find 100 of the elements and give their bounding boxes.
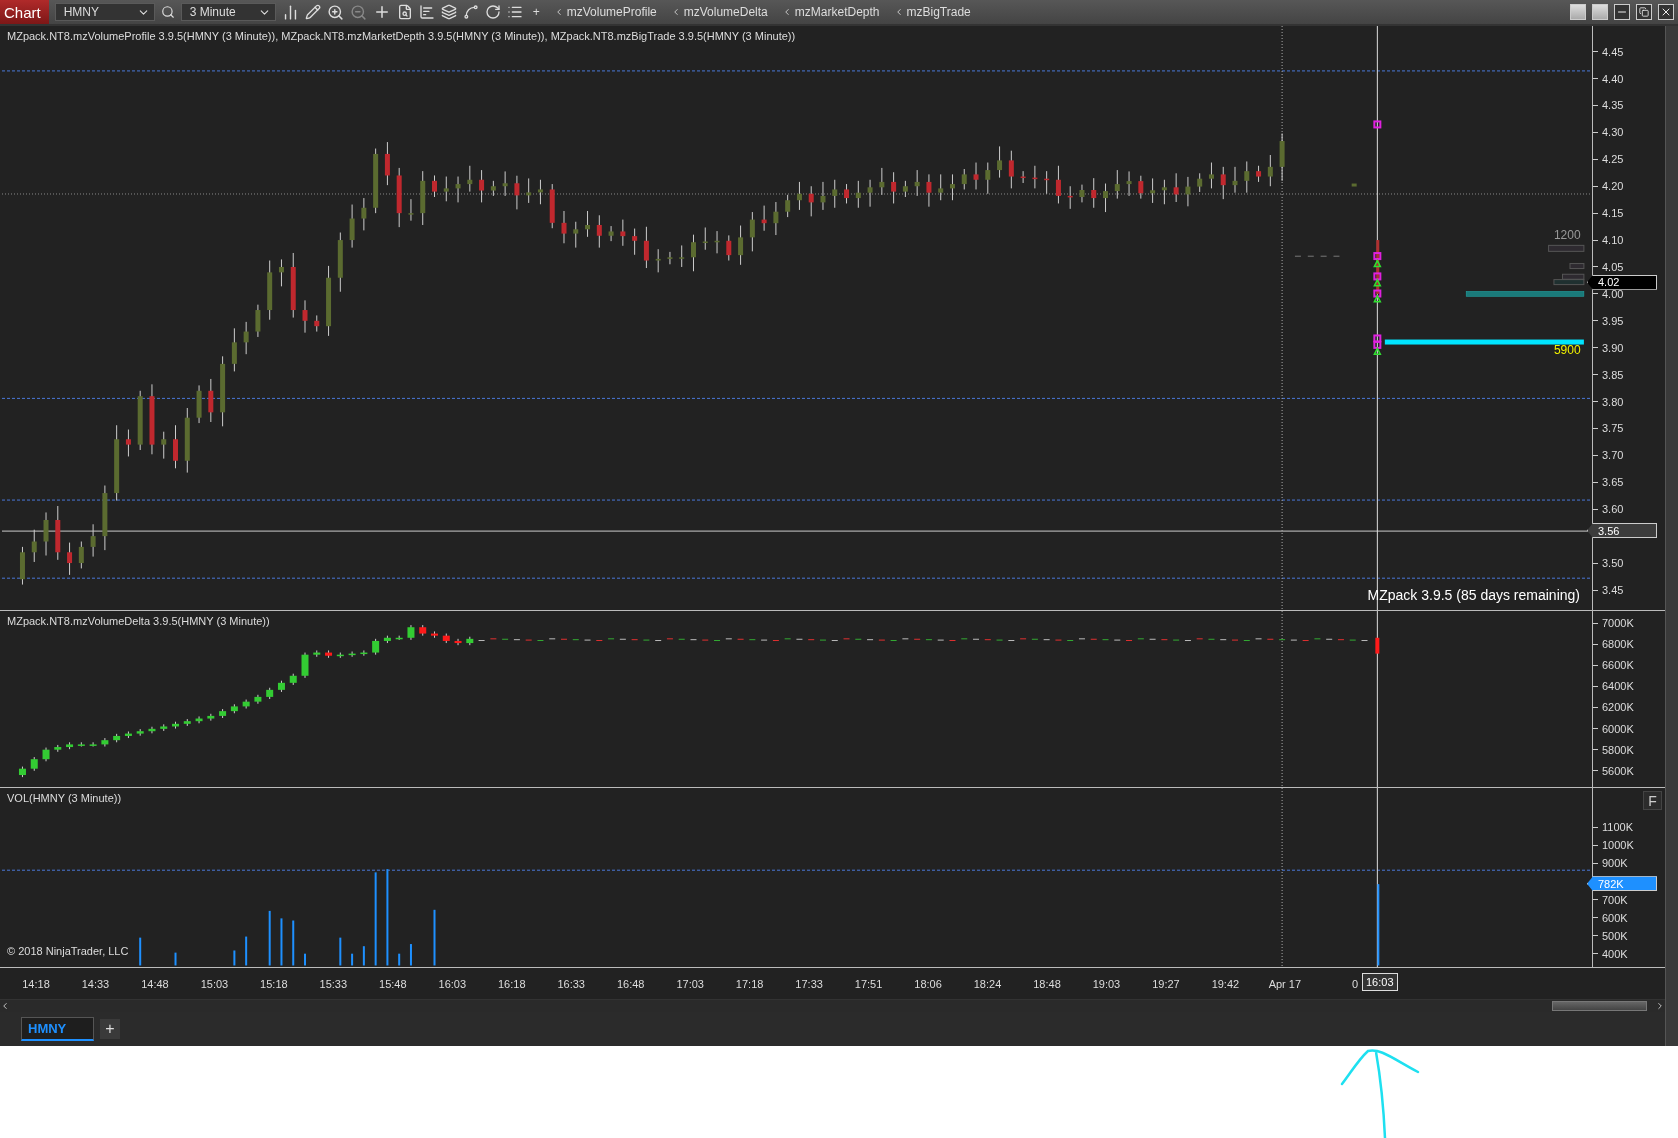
delta-candle xyxy=(148,726,156,734)
add-indicator-button[interactable]: + xyxy=(528,5,544,19)
delta-candle xyxy=(207,713,215,722)
time-axis-label: 14:48 xyxy=(141,978,169,990)
axis-label: 7000K xyxy=(1593,616,1634,630)
axis-label: 700K xyxy=(1593,892,1628,907)
axis-label: 5600K xyxy=(1593,763,1634,778)
delta-candle xyxy=(54,744,62,753)
delta-candle xyxy=(113,733,121,743)
volume-bar xyxy=(245,936,248,966)
axis-label: 4.20 xyxy=(1593,179,1624,194)
refresh-icon[interactable] xyxy=(484,4,501,20)
pencil-icon[interactable] xyxy=(304,4,321,20)
chart-tab[interactable]: HMNY xyxy=(21,1017,94,1041)
axis-label: 6400K xyxy=(1593,679,1634,694)
volume-bar xyxy=(433,909,436,966)
time-axis-label: 16:48 xyxy=(616,978,645,990)
restore-icon xyxy=(1639,7,1649,17)
volume-bar xyxy=(339,937,342,966)
minimize-button[interactable] xyxy=(1614,4,1630,20)
axis-label: 600K xyxy=(1593,910,1628,925)
layers-icon[interactable] xyxy=(440,4,457,20)
delta-candle xyxy=(230,703,238,714)
triangle-marker xyxy=(1373,258,1382,268)
interval-dropdown[interactable]: 3 Minute xyxy=(180,3,276,21)
axis-label: 900K xyxy=(1593,856,1628,871)
axis-label: 500K xyxy=(1593,928,1628,943)
panel-title: MZpack.NT8.mzVolumeProfile 3.9.5(HMNY (3 Minute)), MZpack.NT8.mzMarketDepth 3.9.5(HMNY (3 Minute)), MZpack.NT8.mzBigTrade 3.9.5(HMNY (3 Minute)) xyxy=(7,30,796,42)
scroll-right-icon[interactable] xyxy=(1655,1001,1665,1011)
delta-candle xyxy=(136,728,144,737)
scrollbar-thumb[interactable] xyxy=(1552,1001,1647,1011)
indicator-button[interactable]: mzVolumeProfile xyxy=(549,5,661,19)
delta-candle xyxy=(383,635,391,644)
volume-bar xyxy=(409,944,412,966)
line-chart-icon[interactable] xyxy=(462,4,479,20)
add-tab-button[interactable]: + xyxy=(100,1019,120,1039)
square-marker xyxy=(1373,252,1382,261)
chart-menu-button[interactable]: Chart xyxy=(0,0,49,24)
triangle-marker xyxy=(1373,346,1382,356)
delta-candle xyxy=(183,718,191,727)
volume-bar xyxy=(292,920,295,966)
time-axis-label: 17:03 xyxy=(676,978,704,990)
restore-button[interactable] xyxy=(1636,4,1652,20)
delta-candle xyxy=(301,652,309,679)
axis-label: 6800K xyxy=(1593,637,1634,652)
triangle-marker xyxy=(1373,294,1382,303)
axis-label: 4.25 xyxy=(1593,152,1624,167)
delta-candle xyxy=(407,624,415,641)
cursor-time-label: 16:03 xyxy=(1362,973,1398,991)
axis-label: 3.70 xyxy=(1593,448,1624,463)
price-dashes xyxy=(1294,255,1340,257)
list-icon[interactable] xyxy=(506,4,523,20)
bars-icon[interactable] xyxy=(418,4,435,20)
axis-label: 6200K xyxy=(1593,700,1634,715)
depth-bar xyxy=(1548,244,1585,252)
indicator-button[interactable]: mzMarketDepth xyxy=(777,5,884,19)
instrument-dropdown[interactable]: HMNY xyxy=(54,3,155,21)
delta-candle xyxy=(289,673,297,686)
axis-label: 4.35 xyxy=(1593,98,1624,113)
delta-candle xyxy=(1375,637,1380,654)
delta-candle xyxy=(219,708,227,719)
delta-candle xyxy=(313,649,321,658)
current-volume-marker: 782K xyxy=(1587,876,1657,892)
zoom-out-icon[interactable] xyxy=(349,3,367,21)
indicator-button[interactable]: mzBigTrade xyxy=(889,5,975,19)
axis-label: 4.10 xyxy=(1593,233,1624,248)
copyright-text: © 2018 NinjaTrader, LLC xyxy=(7,945,129,957)
axis-label: 3.65 xyxy=(1593,475,1624,490)
delta-candle xyxy=(242,699,250,709)
time-axis-label: 15:33 xyxy=(319,978,348,990)
time-axis-label: 17:33 xyxy=(795,978,823,990)
delta-candle xyxy=(172,721,179,730)
delta-candle xyxy=(254,694,262,705)
time-axis-label: 18:06 xyxy=(914,978,942,990)
volume-bar xyxy=(139,937,142,966)
properties-icon[interactable] xyxy=(396,4,413,20)
depth-bar xyxy=(1569,263,1585,270)
delta-candle xyxy=(325,649,333,659)
time-axis-label: 15:18 xyxy=(260,978,288,990)
time-axis-label: 16:03 xyxy=(438,978,467,990)
triangle-marker xyxy=(1373,278,1382,287)
axis-label: 3.50 xyxy=(1593,556,1624,571)
panel-title: VOL(HMNY (3 Minute)) xyxy=(7,792,122,804)
axis-label: 3.60 xyxy=(1593,502,1624,517)
delta-candle xyxy=(277,680,285,693)
time-axis-label: 15:48 xyxy=(379,978,407,990)
search-icon[interactable] xyxy=(160,5,175,19)
indicator-button[interactable]: mzVolumeDelta xyxy=(666,5,772,19)
close-button[interactable] xyxy=(1658,4,1674,20)
axis-label: 5800K xyxy=(1593,742,1634,757)
f-button[interactable]: F xyxy=(1643,791,1662,810)
time-axis-label: 15:03 xyxy=(200,978,229,990)
time-axis-label: 16:18 xyxy=(498,978,526,990)
delta-candle xyxy=(454,638,462,646)
delta-candle xyxy=(419,624,427,637)
delta-candle xyxy=(101,737,109,747)
current-price-marker: 4.02 xyxy=(1587,274,1657,290)
scroll-left-icon[interactable] xyxy=(0,1001,10,1011)
delta-candle xyxy=(42,747,50,762)
zoom-in-icon[interactable] xyxy=(326,3,344,21)
